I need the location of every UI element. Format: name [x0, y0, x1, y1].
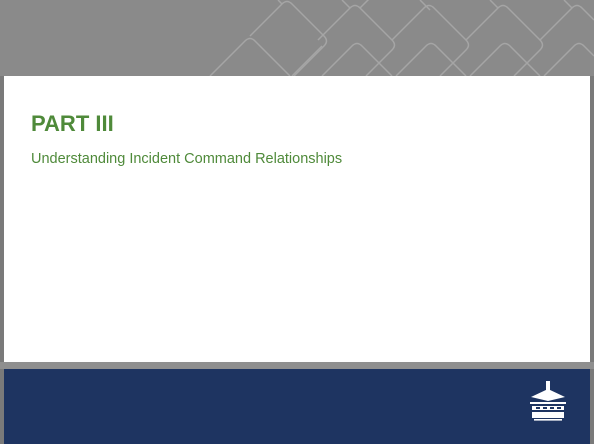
divider [0, 362, 594, 369]
slide-subtitle: Understanding Incident Command Relations… [31, 151, 343, 167]
header-band [0, 0, 594, 76]
slide: PART III Understanding Incident Command … [0, 0, 594, 444]
valley-logo-icon [530, 381, 566, 421]
slide-title: PART III [31, 111, 114, 136]
footer-band [4, 369, 590, 444]
diamond-lattice-pattern-icon [209, 0, 594, 76]
